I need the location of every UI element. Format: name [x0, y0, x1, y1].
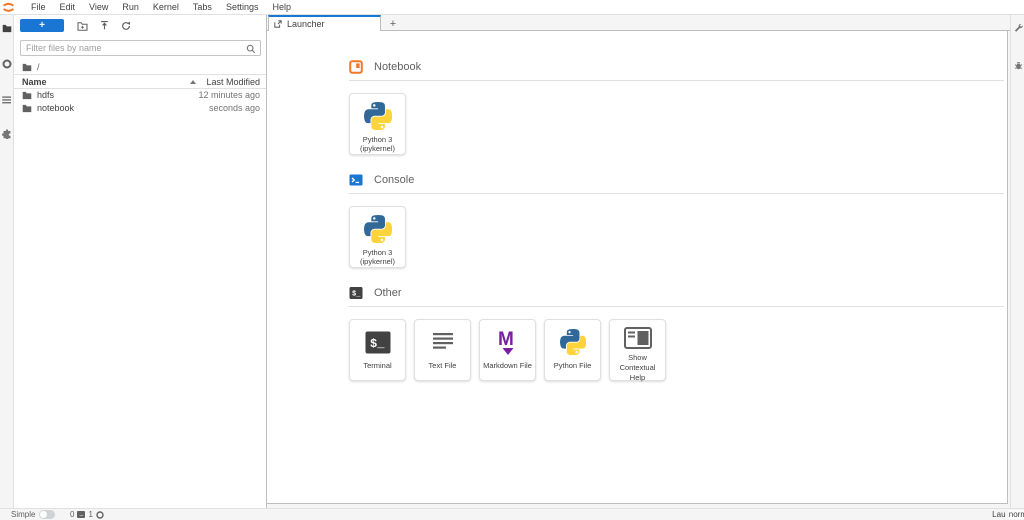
file-browser-panel: + / Name Last Modified hdfs 12 minutes a…	[14, 15, 267, 508]
svg-text:$_: $_	[370, 337, 385, 351]
card-label: Python 3 (ipykernel)	[350, 248, 405, 268]
right-activity-bar	[1010, 15, 1024, 508]
section-divider	[349, 306, 1004, 307]
launcher-card-python-file[interactable]: Python File	[544, 319, 601, 381]
new-launcher-button[interactable]: +	[20, 19, 64, 32]
column-last-modified[interactable]: Last Modified	[206, 75, 260, 89]
launcher-card-console-python3[interactable]: Python 3 (ipykernel)	[349, 206, 406, 268]
menu-settings[interactable]: Settings	[219, 0, 266, 14]
running-kernels-icon[interactable]	[0, 54, 14, 74]
section-title: Notebook	[374, 61, 421, 73]
status-right-text: Lau norm	[992, 510, 1024, 519]
card-label: Python File	[552, 361, 594, 371]
launcher-panel: Notebook Python 3 (ipykernel)	[267, 31, 1008, 504]
menu-edit[interactable]: Edit	[53, 0, 83, 14]
file-name: notebook	[37, 102, 74, 115]
folder-icon	[22, 91, 32, 100]
launcher-card-markdown-file[interactable]: M Markdown File	[479, 319, 536, 381]
markdown-icon: M	[493, 327, 523, 357]
launcher-card-terminal[interactable]: $_ Terminal	[349, 319, 406, 381]
menu-items: File Edit View Run Kernel Tabs Settings …	[24, 0, 298, 14]
menu-tabs[interactable]: Tabs	[186, 0, 219, 14]
launcher-icon	[274, 20, 282, 28]
card-label: Show Contextual Help	[610, 353, 665, 382]
section-divider	[349, 193, 1004, 194]
search-icon	[246, 44, 256, 54]
tab-label: Launcher	[287, 19, 325, 29]
menu-kernel[interactable]: Kernel	[146, 0, 186, 14]
new-folder-button[interactable]	[76, 20, 88, 32]
menu-bar: File Edit View Run Kernel Tabs Settings …	[0, 0, 1024, 15]
simple-mode-label: Simple	[11, 510, 35, 519]
file-list-header: Name Last Modified	[14, 74, 266, 89]
kernel-terminal-counts[interactable]: 0 _ 1	[70, 510, 104, 519]
launcher-body: Notebook Python 3 (ipykernel)	[349, 59, 989, 398]
breadcrumb[interactable]: /	[22, 62, 40, 72]
python-icon	[363, 101, 393, 131]
menu-run[interactable]: Run	[115, 0, 146, 14]
refresh-button[interactable]	[120, 20, 132, 32]
filter-files-box	[20, 40, 261, 56]
file-modified: 12 minutes ago	[198, 89, 260, 102]
card-label: Python 3 (ipykernel)	[350, 135, 405, 155]
launcher-card-contextual-help[interactable]: Show Contextual Help	[609, 319, 666, 381]
new-tab-button[interactable]: +	[385, 16, 401, 31]
file-name: hdfs	[37, 89, 54, 102]
file-row-notebook[interactable]: notebook seconds ago	[14, 102, 266, 115]
kernel-status-icon	[96, 511, 104, 519]
text-file-icon	[428, 327, 458, 357]
file-browser-icon[interactable]	[0, 18, 14, 38]
notebook-icon	[349, 60, 363, 74]
terminal-count-icon: _	[77, 511, 85, 518]
main-dock-panel: Launcher + Notebook	[267, 15, 1010, 508]
menu-view[interactable]: View	[82, 0, 115, 14]
file-browser-toolbar: +	[14, 15, 266, 37]
debugger-icon[interactable]	[1011, 57, 1024, 73]
upload-button[interactable]	[98, 20, 110, 32]
simple-mode-toggle[interactable]	[39, 510, 55, 519]
card-label: Text File	[427, 361, 459, 371]
status-bar: Simple 0 _ 1 Lau norm	[0, 508, 1024, 520]
kernels-count: 1	[88, 510, 92, 519]
python-icon	[558, 327, 588, 357]
terminal-icon: $_	[363, 327, 393, 357]
sort-ascending-icon[interactable]	[190, 80, 196, 84]
extension-manager-icon[interactable]	[0, 124, 14, 144]
tab-launcher[interactable]: Launcher	[268, 15, 381, 31]
section-divider	[349, 80, 1004, 81]
menu-file[interactable]: File	[24, 0, 53, 14]
python-icon	[363, 214, 393, 244]
menu-help[interactable]: Help	[265, 0, 298, 14]
file-modified: seconds ago	[209, 102, 260, 115]
svg-text:$_: $_	[352, 290, 361, 298]
home-folder-icon	[22, 63, 32, 72]
console-icon	[349, 173, 363, 187]
file-list: hdfs 12 minutes ago notebook seconds ago	[14, 89, 266, 115]
left-activity-bar	[0, 15, 14, 508]
section-title: Other	[374, 287, 402, 299]
section-title: Console	[374, 174, 414, 186]
toggle-knob	[40, 511, 47, 518]
breadcrumb-root[interactable]: /	[37, 62, 40, 72]
filter-files-input[interactable]	[26, 41, 241, 55]
launcher-card-text-file[interactable]: Text File	[414, 319, 471, 381]
card-label: Terminal	[361, 361, 393, 371]
svg-text:M: M	[498, 329, 514, 350]
folder-icon	[22, 104, 32, 113]
table-of-contents-icon[interactable]	[0, 90, 14, 110]
launcher-section-notebook: Notebook Python 3 (ipykernel)	[349, 59, 989, 155]
contextual-help-icon	[623, 327, 653, 349]
launcher-section-console: Console Python 3 (ipykernel)	[349, 172, 989, 268]
launcher-card-notebook-python3[interactable]: Python 3 (ipykernel)	[349, 93, 406, 155]
column-name[interactable]: Name	[22, 75, 47, 89]
file-row-hdfs[interactable]: hdfs 12 minutes ago	[14, 89, 266, 102]
terminal-icon: $_	[349, 286, 363, 300]
tab-bar: Launcher +	[267, 15, 1010, 31]
terminals-count: 0	[70, 510, 74, 519]
card-label: Markdown File	[481, 361, 534, 371]
launcher-section-other: $_ Other $_ Terminal	[349, 285, 989, 381]
jupyter-logo-icon	[2, 1, 15, 14]
property-inspector-icon[interactable]	[1011, 19, 1024, 35]
